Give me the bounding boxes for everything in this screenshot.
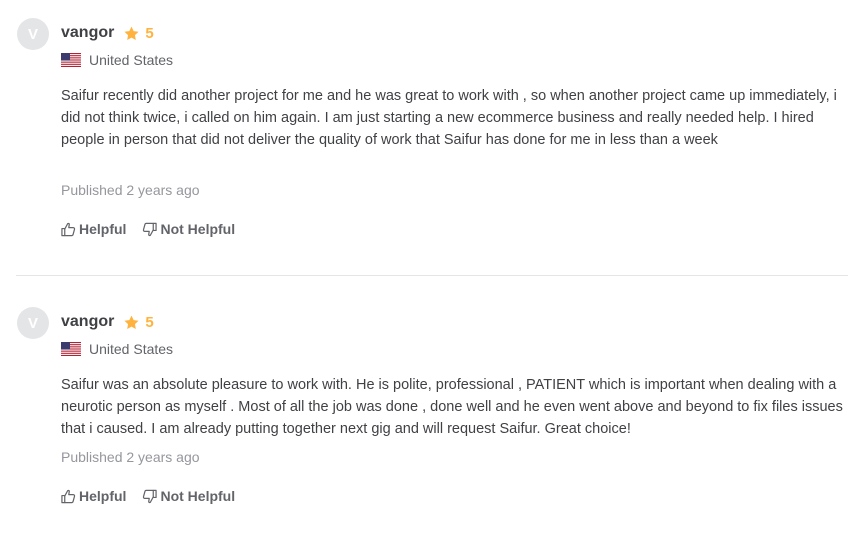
country-name: United States (89, 341, 174, 357)
thumbs-down-icon (143, 222, 158, 236)
helpful-button[interactable]: Helpful (61, 221, 126, 237)
helpful-label: Helpful (79, 221, 127, 237)
rating-value: 5 (145, 313, 154, 331)
review-header: vangor 5 (61, 23, 154, 43)
not-helpful-label: Not Helpful (160, 221, 236, 237)
review-actions: Helpful Not Helpful (61, 219, 251, 239)
not-helpful-label: Not Helpful (160, 488, 236, 504)
thumbs-up-icon (61, 489, 76, 503)
avatar[interactable]: V (17, 307, 49, 339)
review-text: Saifur recently did another project for … (61, 88, 837, 148)
avatar[interactable]: V (17, 18, 49, 50)
rating: 5 (124, 24, 154, 42)
reviewer-username[interactable]: vangor (61, 24, 114, 42)
reviewer-country: United States (61, 340, 173, 358)
published-date: Published 2 years ago (61, 182, 200, 198)
helpful-button[interactable]: Helpful (61, 488, 126, 504)
published-date: Published 2 years ago (61, 449, 200, 465)
not-helpful-button[interactable]: Not Helpful (142, 221, 235, 237)
star-icon (124, 26, 139, 40)
reviewer-country: United States (61, 51, 173, 69)
star-icon (124, 315, 139, 329)
rating: 5 (124, 313, 154, 331)
us-flag-icon (61, 53, 81, 67)
review-text: Saifur was an absolute pleasure to work … (61, 377, 843, 437)
rating-value: 5 (145, 24, 154, 42)
thumbs-down-icon (143, 489, 158, 503)
reviewer-username[interactable]: vangor (61, 313, 114, 331)
helpful-label: Helpful (79, 488, 127, 504)
review-header: vangor 5 (61, 312, 154, 332)
review-actions: Helpful Not Helpful (61, 486, 251, 506)
not-helpful-button[interactable]: Not Helpful (142, 488, 235, 504)
review-divider (16, 275, 848, 276)
us-flag-icon (61, 342, 81, 356)
country-name: United States (89, 52, 174, 68)
thumbs-up-icon (61, 222, 76, 236)
